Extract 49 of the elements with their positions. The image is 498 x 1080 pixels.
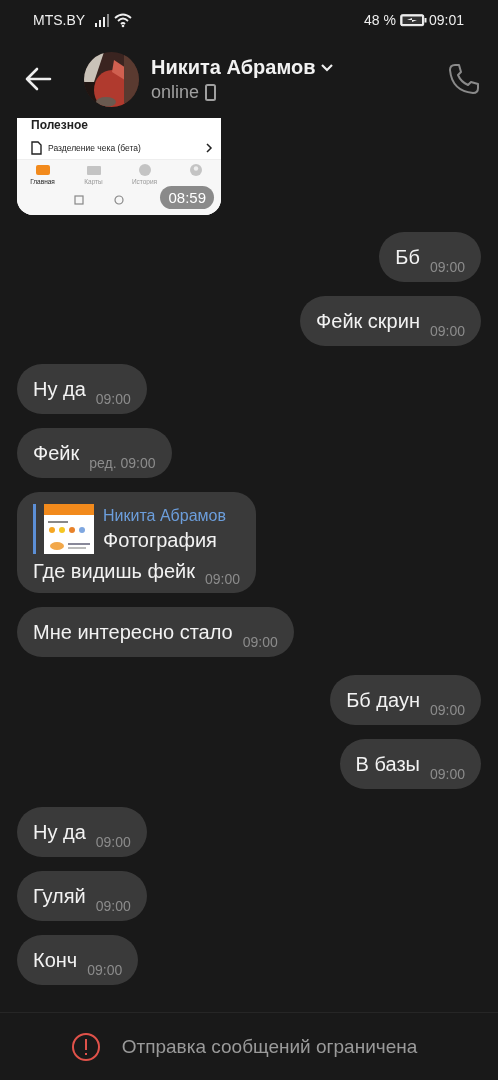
message-time: 09:00 bbox=[205, 571, 241, 589]
message-time: 09:00 bbox=[95, 834, 131, 852]
message-time: 09:00 bbox=[429, 323, 465, 341]
signal-icon bbox=[94, 13, 111, 27]
message-time: 09:00 bbox=[87, 962, 123, 980]
menu-row-label: Разделение чека (бета) bbox=[48, 143, 142, 153]
message-time: 09:00 bbox=[95, 391, 131, 409]
circle-icon bbox=[114, 195, 124, 205]
chevron-right-icon bbox=[206, 143, 213, 153]
document-icon bbox=[31, 141, 42, 155]
message-time: ред. 09:00 bbox=[89, 455, 156, 473]
message-text: Мне интересно стало bbox=[33, 620, 233, 645]
warning-icon bbox=[70, 1031, 101, 1062]
square-icon bbox=[74, 195, 84, 205]
message-text: В базы bbox=[355, 752, 420, 777]
chevron-down-icon bbox=[321, 62, 334, 72]
message-text: Бб даун bbox=[346, 688, 420, 713]
carrier-name: MTS.BY bbox=[33, 12, 86, 28]
back-arrow-icon bbox=[24, 66, 52, 92]
online-status: online bbox=[151, 81, 200, 103]
message-text: Фейк bbox=[33, 441, 80, 466]
message-text: Ну да bbox=[33, 377, 86, 402]
wifi-icon bbox=[114, 12, 133, 28]
message-time: 09:00 bbox=[95, 898, 131, 916]
battery-percent: 48 % bbox=[364, 12, 396, 28]
quote-text: Фотография bbox=[103, 528, 218, 552]
message-text: Бб bbox=[395, 245, 420, 270]
phone-device-icon bbox=[205, 83, 217, 101]
message-time: 09:00 bbox=[429, 702, 465, 720]
battery-icon bbox=[399, 13, 427, 27]
call-button[interactable] bbox=[448, 63, 480, 95]
profile-icon bbox=[187, 163, 204, 177]
quote-author: Никита Абрамов bbox=[103, 506, 226, 525]
back-button[interactable] bbox=[24, 66, 52, 92]
message-time: 09:00 bbox=[429, 766, 465, 784]
clock-time: 09:01 bbox=[428, 12, 464, 28]
section-title: Полезное bbox=[30, 118, 89, 132]
phone-icon bbox=[448, 63, 480, 95]
message-text: Где видишь фейк bbox=[33, 559, 195, 584]
message-time: 09:00 bbox=[429, 259, 465, 277]
message-text: Фейк скрин bbox=[316, 309, 420, 334]
message-text: Гуляй bbox=[33, 884, 86, 909]
message-time: 09:00 bbox=[242, 634, 278, 652]
contact-name[interactable]: Никита Абрамов bbox=[151, 55, 316, 79]
message-text: Ну да bbox=[33, 820, 86, 845]
message-time: 08:59 bbox=[160, 186, 214, 209]
restriction-notice: Отправка сообщений ограничена bbox=[121, 1035, 418, 1058]
quoted-message[interactable]: Никита Абрамов Фотография bbox=[33, 504, 241, 554]
message-text: Конч bbox=[33, 948, 78, 973]
